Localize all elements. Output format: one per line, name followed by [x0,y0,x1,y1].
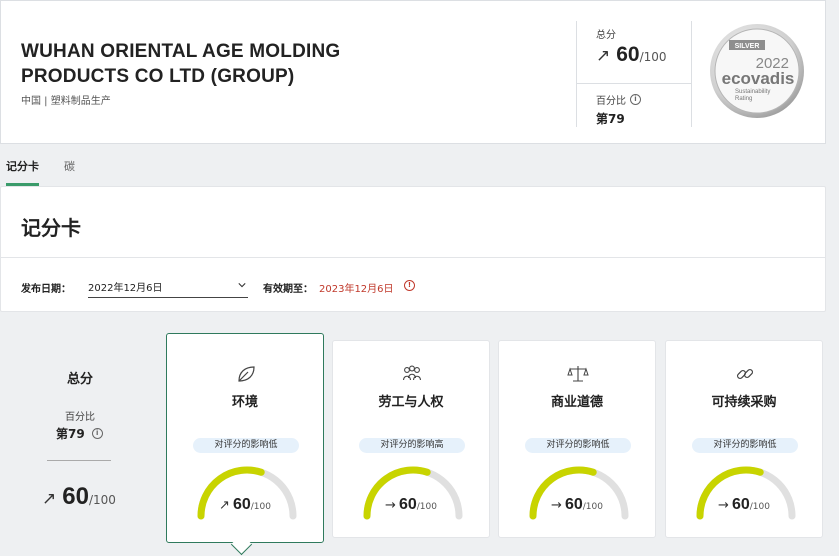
trend-icon: ↗ [219,498,230,513]
chevron-down-icon [238,283,246,288]
ecovadis-silver-medal: SILVER 2022 ecovadis Sustainability Rati… [710,24,804,118]
theme-score-value: 60 [398,496,417,513]
medal-caption-1: Sustainability [735,89,770,95]
overall-score-value: 60 [62,483,89,510]
theme-card-environment[interactable]: 环境 对评分的影响低 ↗ 60 /100 [166,333,324,543]
medal-brand: ecovadis [722,69,795,88]
tab-scorecard[interactable]: 记分卡 [6,158,39,174]
theme-score-value: 60 [731,496,750,513]
divider [577,83,691,84]
theme-score-value: 60 [232,496,251,513]
impact-badge: 对评分的影响低 [193,438,299,453]
published-date-value: 2022年12月6日 [88,283,163,294]
theme-score: → 60 /100 [499,496,655,514]
theme-name: 商业道德 [550,395,603,410]
published-date-select[interactable]: 2022年12月6日 [88,274,248,298]
header-score-denominator: /100 [639,50,667,64]
company-subtitle: 中国 | 塑料制品生产 [21,96,111,107]
leaf-icon [238,366,255,382]
medal-caption-2: Rating [735,96,752,102]
trend-icon: → [551,498,562,513]
warning-icon[interactable]: ! [404,280,415,291]
theme-card-labor-human-rights[interactable]: 劳工与人权 对评分的影响高 → 60 /100 [332,340,490,538]
theme-score-denominator: /100 [250,502,271,512]
scorecard-card: 记分卡 发布日期： 2022年12月6日 有效期至： 2023年12月6日 ! [0,186,826,312]
percentile-label-row: 百分比 i [596,92,641,107]
theme-name: 劳工与人权 [378,395,444,410]
info-icon[interactable]: i [91,428,103,439]
arrow-up-right-icon: ↗ [596,46,611,66]
valid-until-label: 有效期至： [263,284,313,295]
divider [1,257,825,258]
arrow-up-right-icon: ↗ [42,489,57,509]
theme-card-sustainable-procurement[interactable]: 可持续采购 对评分的影响低 → 60 /100 [665,340,823,538]
impact-badge: 对评分的影响低 [692,438,798,453]
divider [47,460,111,461]
tab-bar: 记分卡 碳 [0,150,826,186]
theme-score: ↗ 60 /100 [167,496,323,514]
overall-percentile-label: 百分比 [65,412,95,423]
theme-score-denominator: /100 [582,502,603,512]
theme-score-value: 60 [564,496,583,513]
trend-icon: → [385,498,396,513]
published-date-label: 发布日期： [21,284,71,295]
trend-icon: → [718,498,729,513]
header-score-value: 60 [616,43,640,66]
scales-icon [567,366,589,382]
overall-score-denominator: /100 [88,493,116,507]
header-score: ↗ 60 /100 [596,43,667,67]
theme-card-business-ethics[interactable]: 商业道德 对评分的影响低 → 60 /100 [498,340,656,538]
theme-score-denominator: /100 [416,502,437,512]
tab-carbon[interactable]: 碳 [64,158,75,174]
people-icon [402,365,422,381]
info-icon[interactable]: i [630,94,641,105]
impact-badge: 对评分的影响高 [359,438,465,453]
valid-until-value: 2023年12月6日 [319,284,394,295]
overall-rank: 第79 [56,427,85,441]
theme-score-denominator: /100 [749,502,770,512]
medal-tier: SILVER [735,43,760,50]
company-header: WUHAN ORIENTAL AGE MOLDING PRODUCTS CO L… [0,0,826,144]
header-score-box: 总分 ↗ 60 /100 百分比 i 第79 [576,21,692,127]
theme-name: 可持续采购 [711,395,777,410]
impact-badge: 对评分的影响低 [525,438,631,453]
total-score-label: 总分 [596,30,616,41]
percentile-label: 百分比 [596,96,626,107]
overall-title: 总分 [66,372,93,387]
overall-score: ↗ 60 /100 [42,483,116,511]
theme-score: → 60 /100 [666,496,822,514]
company-name: WUHAN ORIENTAL AGE MOLDING PRODUCTS CO L… [21,41,341,87]
theme-score: → 60 /100 [333,496,489,514]
theme-name: 环境 [231,395,258,410]
scorecard-title: 记分卡 [21,216,81,240]
overall-score-panel: 总分 百分比 第79 i ↗ 60 /100 [0,333,160,543]
overall-rank-row: 第79 i [56,425,103,442]
header-rank: 第79 [596,112,625,126]
link-icon [736,368,754,380]
